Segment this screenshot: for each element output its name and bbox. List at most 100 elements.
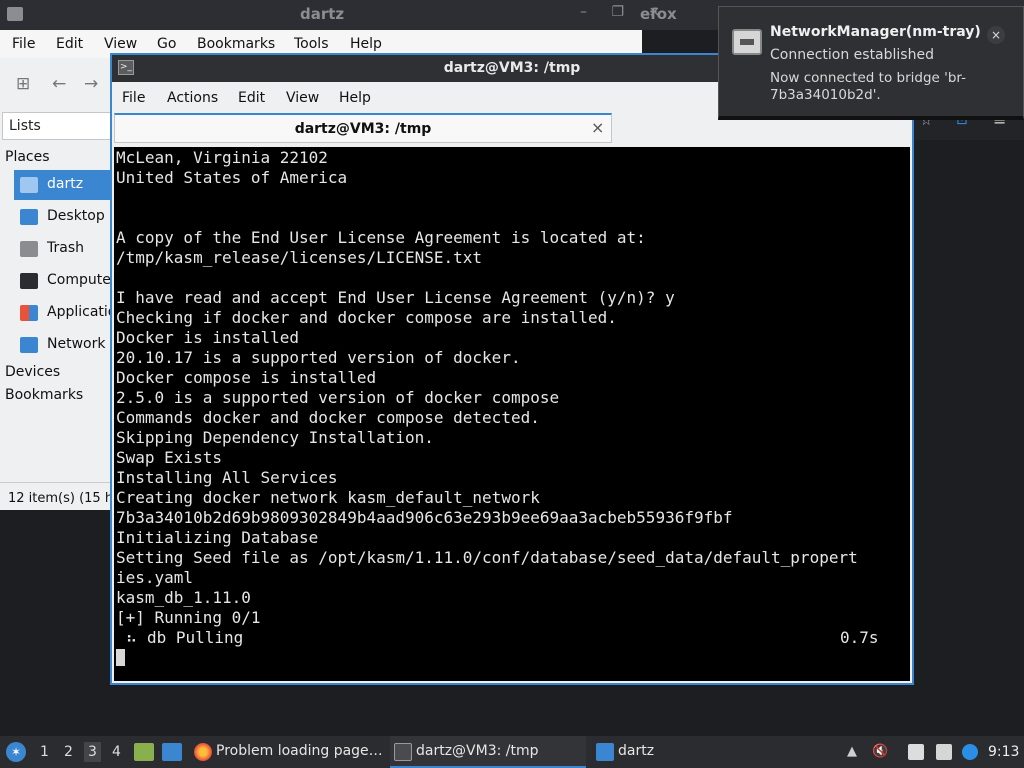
fm-menu-go[interactable]: Go — [157, 36, 176, 52]
terminal-line: I have read and accept End User License … — [116, 288, 675, 307]
terminal-lines: McLean, Virginia 22102 United States of A… — [116, 148, 910, 628]
terminal-line: McLean, Virginia 22102 — [116, 148, 328, 167]
task-label: Problem loading page… — [216, 743, 383, 759]
term-menu-actions[interactable]: Actions — [167, 90, 218, 106]
workspace-1[interactable]: 1 — [40, 744, 49, 760]
start-menu-icon[interactable]: ✶ — [6, 742, 26, 762]
place-item-applications[interactable]: Applications — [14, 298, 133, 328]
new-tab-icon[interactable]: ⊞ — [16, 74, 30, 94]
place-item-dartz[interactable]: dartz — [14, 170, 114, 200]
fm-menu-bookmarks[interactable]: Bookmarks — [197, 36, 275, 52]
task-label: dartz — [618, 743, 655, 759]
term-menu-edit[interactable]: Edit — [238, 90, 265, 106]
file-manager-title: dartz — [300, 5, 345, 23]
terminal-line: Swap Exists — [116, 448, 222, 467]
forward-arrow-icon[interactable]: → — [84, 74, 98, 94]
notifications-icon[interactable] — [962, 744, 978, 760]
lists-selector[interactable]: Lists — [2, 112, 112, 140]
task-file-manager[interactable]: dartz — [592, 736, 712, 768]
terminal-line: Initializing Database — [116, 528, 319, 547]
clock[interactable]: 9:13 — [988, 744, 1019, 760]
firefox-title-fragment: efox — [640, 5, 677, 23]
place-label: dartz — [47, 176, 84, 192]
terminal-line: 2.5.0 is a supported version of docker c… — [116, 388, 560, 407]
pull-status: ⠦ db Pulling — [116, 628, 244, 647]
task-firefox[interactable]: Problem loading page… — [190, 736, 386, 768]
fm-menu-tools[interactable]: Tools — [294, 36, 329, 52]
trash-icon — [20, 241, 38, 257]
network-notification[interactable]: NetworkManager(nm-tray) × Connection est… — [718, 6, 1024, 120]
terminal-line: Commands docker and docker compose detec… — [116, 408, 540, 427]
fm-menu-edit[interactable]: Edit — [56, 36, 83, 52]
task-label: dartz@VM3: /tmp — [416, 743, 539, 759]
fm-menu-file[interactable]: File — [12, 36, 35, 52]
terminal-line: A copy of the End User License Agreement… — [116, 228, 646, 247]
terminal-icon — [394, 743, 412, 761]
place-item-computer[interactable]: Computer — [14, 266, 117, 296]
terminal-line: Docker is installed — [116, 328, 300, 347]
terminal-line: kasm_db_1.11.0 — [116, 588, 251, 607]
place-label: Computer — [47, 272, 117, 288]
devices-heading: Devices — [5, 364, 61, 380]
pull-time: 0.7s — [840, 628, 879, 647]
firefox-icon — [194, 743, 212, 761]
file-manager-toolbar: ⊞ ← → — [0, 58, 120, 110]
computer-icon — [20, 273, 38, 289]
show-desktop-icon[interactable] — [162, 743, 182, 761]
terminal-line: Checking if docker and docker compose ar… — [116, 308, 617, 327]
workspace-3[interactable]: 3 — [84, 742, 101, 762]
terminal-line: Skipping Dependency Installation. — [116, 428, 434, 447]
places-heading: Places — [5, 149, 50, 165]
notification-title: NetworkManager(nm-tray) — [770, 24, 981, 40]
term-menu-help[interactable]: Help — [339, 90, 371, 106]
taskbar: ✶ 1 2 3 4 Problem loading page… dartz@VM… — [0, 736, 1024, 768]
task-terminal[interactable]: dartz@VM3: /tmp — [390, 736, 586, 768]
terminal-window[interactable]: >_ dartz@VM3: /tmp File Actions Edit Vie… — [110, 53, 914, 685]
terminal-line: ies.yaml — [116, 568, 194, 587]
desktop-icon — [20, 209, 38, 225]
workspace-2[interactable]: 2 — [64, 744, 73, 760]
updates-icon[interactable]: ▲ — [844, 744, 860, 760]
close-icon[interactable]: × — [987, 26, 1005, 44]
terminal-line: Installing All Services — [116, 468, 338, 487]
terminal-line: /tmp/kasm_release/licenses/LICENSE.txt — [116, 248, 483, 267]
terminal-line: Creating docker network kasm_default_net… — [116, 488, 540, 507]
clipboard-icon[interactable] — [908, 744, 924, 760]
terminal-cursor — [116, 649, 125, 666]
term-menu-view[interactable]: View — [286, 90, 319, 106]
term-menu-file[interactable]: File — [122, 90, 145, 106]
place-label: Network — [47, 336, 106, 352]
fm-menu-view[interactable]: View — [104, 36, 137, 52]
terminal-tab-label: dartz@VM3: /tmp — [294, 121, 432, 137]
terminal-line: Setting Seed file as /opt/kasm/1.11.0/co… — [116, 548, 858, 567]
terminal-tab[interactable]: dartz@VM3: /tmp × — [114, 113, 612, 143]
notification-body-status: Connection established — [770, 47, 934, 63]
terminal-line: United States of America — [116, 168, 348, 187]
applications-icon — [20, 305, 38, 321]
terminal-prompt-line — [116, 648, 910, 668]
back-arrow-icon[interactable]: ← — [52, 74, 66, 94]
place-label: Trash — [47, 240, 84, 256]
place-item-trash[interactable]: Trash — [14, 234, 114, 264]
volume-muted-icon[interactable]: 🔇 — [872, 744, 888, 760]
folder-icon — [7, 7, 23, 21]
file-manager-launcher-icon[interactable] — [134, 743, 154, 761]
terminal-line: Docker compose is installed — [116, 368, 377, 387]
place-item-network[interactable]: Network — [14, 330, 114, 360]
network-icon — [20, 337, 38, 353]
home-folder-icon — [20, 177, 38, 193]
terminal-line-pulling: ⠦ db Pulling 0.7s — [116, 628, 910, 648]
place-label: Desktop — [47, 208, 105, 224]
terminal-output[interactable]: McLean, Virginia 22102 United States of A… — [114, 147, 910, 681]
terminal-line: 20.10.17 is a supported version of docke… — [116, 348, 521, 367]
close-icon[interactable]: × — [591, 118, 604, 137]
workspace-4[interactable]: 4 — [112, 744, 121, 760]
network-wired-icon — [732, 29, 762, 55]
fm-menu-help[interactable]: Help — [350, 36, 382, 52]
place-item-desktop[interactable]: Desktop — [14, 202, 114, 232]
terminal-line: 7b3a34010b2d69b9809302849b4aad906c63e293… — [116, 508, 733, 527]
network-wired-icon[interactable] — [936, 744, 952, 760]
